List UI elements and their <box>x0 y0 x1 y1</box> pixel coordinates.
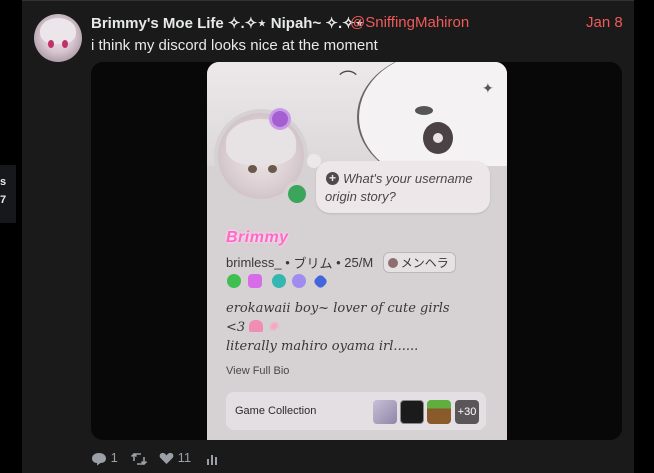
badge-icon <box>272 274 286 288</box>
profile-age-gender: 25/M <box>344 255 374 270</box>
heart-icon <box>159 452 174 465</box>
left-strip-line-2: 7 <box>0 194 7 206</box>
meta-separator: • <box>336 255 341 270</box>
game-collection: Game Collection +30 <box>226 392 486 430</box>
meta-separator: • <box>285 255 290 270</box>
profile-tag: メンヘラ <box>382 252 456 273</box>
minecraft-icon <box>427 400 451 424</box>
reply-icon <box>92 452 106 466</box>
online-status-icon <box>284 181 310 207</box>
badge-icon <box>248 274 262 288</box>
author-name[interactable]: Brimmy's Moe Life ✧.✧⋆ Nipah~ ✧.✧⋆ <box>91 14 364 32</box>
heart-icon <box>387 257 398 268</box>
view-full-bio-link: View Full Bio <box>226 365 290 377</box>
profile-meta-row: brimless_ • ブリム • 25/M メンヘラ <box>226 252 456 273</box>
flower-decoration-icon <box>272 111 288 127</box>
repost-button[interactable] <box>131 450 147 466</box>
left-strip-line-1: s <box>0 176 7 188</box>
bio-line-3: literally mahiro oyama irl...... <box>226 339 419 354</box>
game-icon <box>373 400 397 424</box>
author-avatar[interactable] <box>34 14 82 62</box>
analytics-button[interactable] <box>206 450 218 465</box>
game-icon <box>400 400 424 424</box>
bio-line-1: erokawaii boy~ lover of cute girls <box>226 301 450 316</box>
game-collection-label: Game Collection <box>235 405 317 417</box>
badge-icon <box>312 273 329 290</box>
repost-icon <box>131 452 147 465</box>
badge-icon <box>227 274 241 288</box>
analytics-icon <box>207 454 217 465</box>
post-text: i think my discord looks nice at the mom… <box>91 37 378 54</box>
author-handle[interactable]: @SniffingMahiron <box>350 14 469 31</box>
discord-profile-card: ✦ ⌒ + What's your username origin story?… <box>207 62 507 440</box>
badge-icon <box>292 274 306 288</box>
sparkle-icon: ✺ <box>267 320 279 335</box>
profile-display-name: Brimmy <box>226 229 289 246</box>
status-bubble-text: What's your username origin story? <box>325 171 473 204</box>
reply-count: 1 <box>110 450 118 465</box>
profile-tag-label: メンヘラ <box>400 256 449 270</box>
game-extra-count: +30 <box>455 400 479 424</box>
divider <box>22 0 634 1</box>
profile-username: brimless_ <box>226 255 282 270</box>
profile-bio: erokawaii boy~ lover of cute girls <3 ✺ … <box>226 299 496 356</box>
like-count: 11 <box>177 450 192 465</box>
sparkle-icon: ✦ <box>482 80 494 96</box>
like-button[interactable]: 11 <box>159 450 191 465</box>
profile-avatar-ring <box>214 109 310 207</box>
left-sidebar-fragment: s 7 <box>0 165 16 223</box>
reply-button[interactable]: 1 <box>91 450 118 466</box>
heart-icon <box>249 320 264 332</box>
post-date[interactable]: Jan 8 <box>586 14 623 31</box>
scribble-icon: ⌒ <box>339 70 357 90</box>
bio-line-2: <3 ✺ <box>226 320 279 335</box>
profile-nickname: ブリム <box>293 256 333 271</box>
